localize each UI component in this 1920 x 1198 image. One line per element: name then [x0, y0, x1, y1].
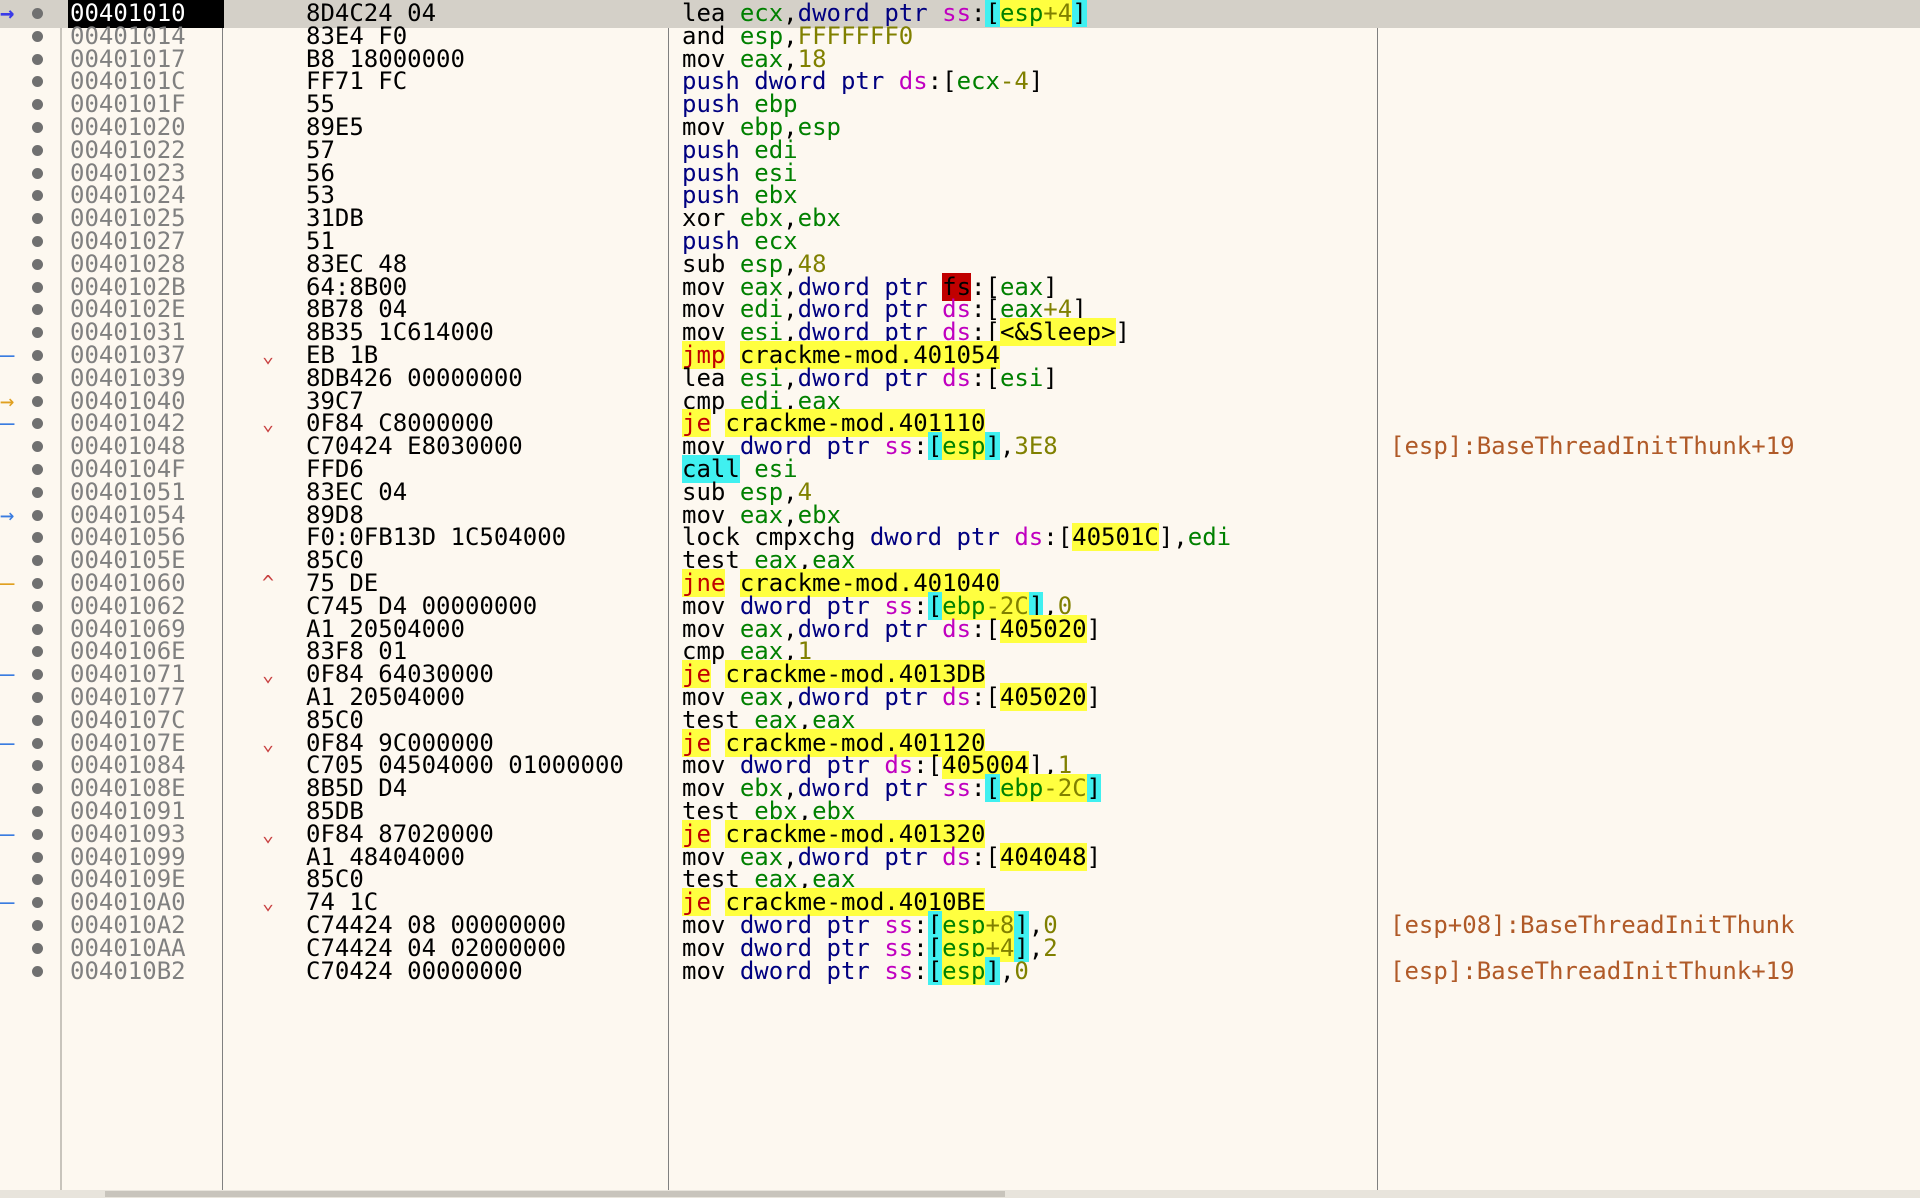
breakpoint-dot-icon[interactable]: [32, 874, 43, 886]
comment-cell[interactable]: [esp]:BaseThreadInitThunk+19: [1390, 957, 1795, 986]
address-cell[interactable]: 004010B2: [68, 957, 224, 986]
breakpoint-dot-icon[interactable]: [32, 327, 43, 339]
breakpoint-dot-icon[interactable]: [32, 692, 43, 703]
disassembly-view[interactable]: → 00401010 8D4C24 04 lea ecx,dword ptr ss:[…: [0, 0, 1920, 1190]
breakpoint-dot-icon[interactable]: [32, 167, 43, 179]
breakpoint-dot-icon[interactable]: [32, 144, 43, 156]
breakpoint-dot-icon[interactable]: [32, 258, 43, 270]
instruction-token: :: [913, 956, 928, 985]
instruction-token: ss: [884, 956, 914, 985]
breakpoint-dot-icon[interactable]: [32, 760, 43, 772]
breakpoint-dot-icon[interactable]: [32, 646, 43, 658]
bytes-cell[interactable]: C70424 00000000: [306, 958, 666, 986]
breakpoint-dot-icon[interactable]: [32, 372, 43, 384]
breakpoint-dot-icon[interactable]: [32, 350, 43, 361]
breakpoint-dot-icon[interactable]: [32, 418, 43, 430]
breakpoint-dot-icon[interactable]: [32, 99, 43, 111]
breakpoint-dot-icon[interactable]: [32, 897, 43, 909]
breakpoint-dot-icon[interactable]: [32, 555, 43, 567]
breakpoint-dot-icon[interactable]: [32, 304, 43, 316]
breakpoint-dot-icon[interactable]: [32, 190, 43, 202]
breakpoint-dot-icon[interactable]: [32, 30, 43, 42]
instruction-token: 0: [1014, 956, 1029, 985]
breakpoint-dot-icon[interactable]: [32, 53, 43, 65]
breakpoint-dot-icon[interactable]: [32, 281, 43, 293]
breakpoint-dot-icon[interactable]: [32, 851, 43, 863]
instruction-token: [: [927, 956, 943, 985]
breakpoint-dot-icon[interactable]: [32, 509, 43, 521]
breakpoint-dot-icon[interactable]: [32, 532, 43, 544]
breakpoint-dot-icon[interactable]: [32, 806, 43, 817]
instruction-cell[interactable]: mov dword ptr ss:[esp],0: [682, 956, 1029, 986]
breakpoint-dot-icon[interactable]: [32, 486, 43, 498]
breakpoint-dot-icon[interactable]: [32, 236, 43, 247]
instruction-token: ,: [999, 956, 1015, 985]
breakpoint-dot-icon[interactable]: [32, 828, 43, 840]
horizontal-scrollbar-thumb[interactable]: [105, 1191, 1005, 1197]
breakpoint-dot-icon[interactable]: [32, 623, 43, 635]
breakpoint-dot-icon[interactable]: [32, 942, 43, 954]
breakpoint-dot-icon[interactable]: [32, 395, 43, 407]
breakpoint-dot-icon[interactable]: [32, 213, 43, 225]
breakpoint-dot-icon[interactable]: [32, 122, 43, 133]
breakpoint-dot-icon[interactable]: [32, 669, 43, 681]
breakpoint-dot-icon[interactable]: [32, 464, 43, 475]
breakpoint-dot-icon[interactable]: [32, 600, 43, 612]
breakpoint-dot-icon[interactable]: [32, 737, 43, 749]
breakpoint-dot-icon[interactable]: [32, 783, 43, 795]
breakpoint-dot-icon[interactable]: [32, 714, 43, 726]
breakpoint-dot-icon[interactable]: [32, 578, 43, 589]
breakpoint-dot-icon[interactable]: [32, 920, 43, 931]
breakpoint-dot-icon[interactable]: [32, 76, 43, 88]
breakpoint-dot-icon[interactable]: [32, 8, 43, 19]
horizontal-scrollbar[interactable]: [0, 1190, 1920, 1198]
disasm-row[interactable]: 004010B2 C70424 00000000 mov dword ptr ss:…: [0, 956, 1920, 986]
breakpoint-dot-icon[interactable]: [32, 441, 43, 453]
instruction-token: ]: [985, 956, 1000, 985]
instruction-token: esp: [942, 956, 986, 985]
instruction-token: mov: [682, 956, 726, 985]
breakpoint-dot-icon[interactable]: [32, 965, 43, 977]
instruction-token: dword ptr: [739, 956, 885, 985]
